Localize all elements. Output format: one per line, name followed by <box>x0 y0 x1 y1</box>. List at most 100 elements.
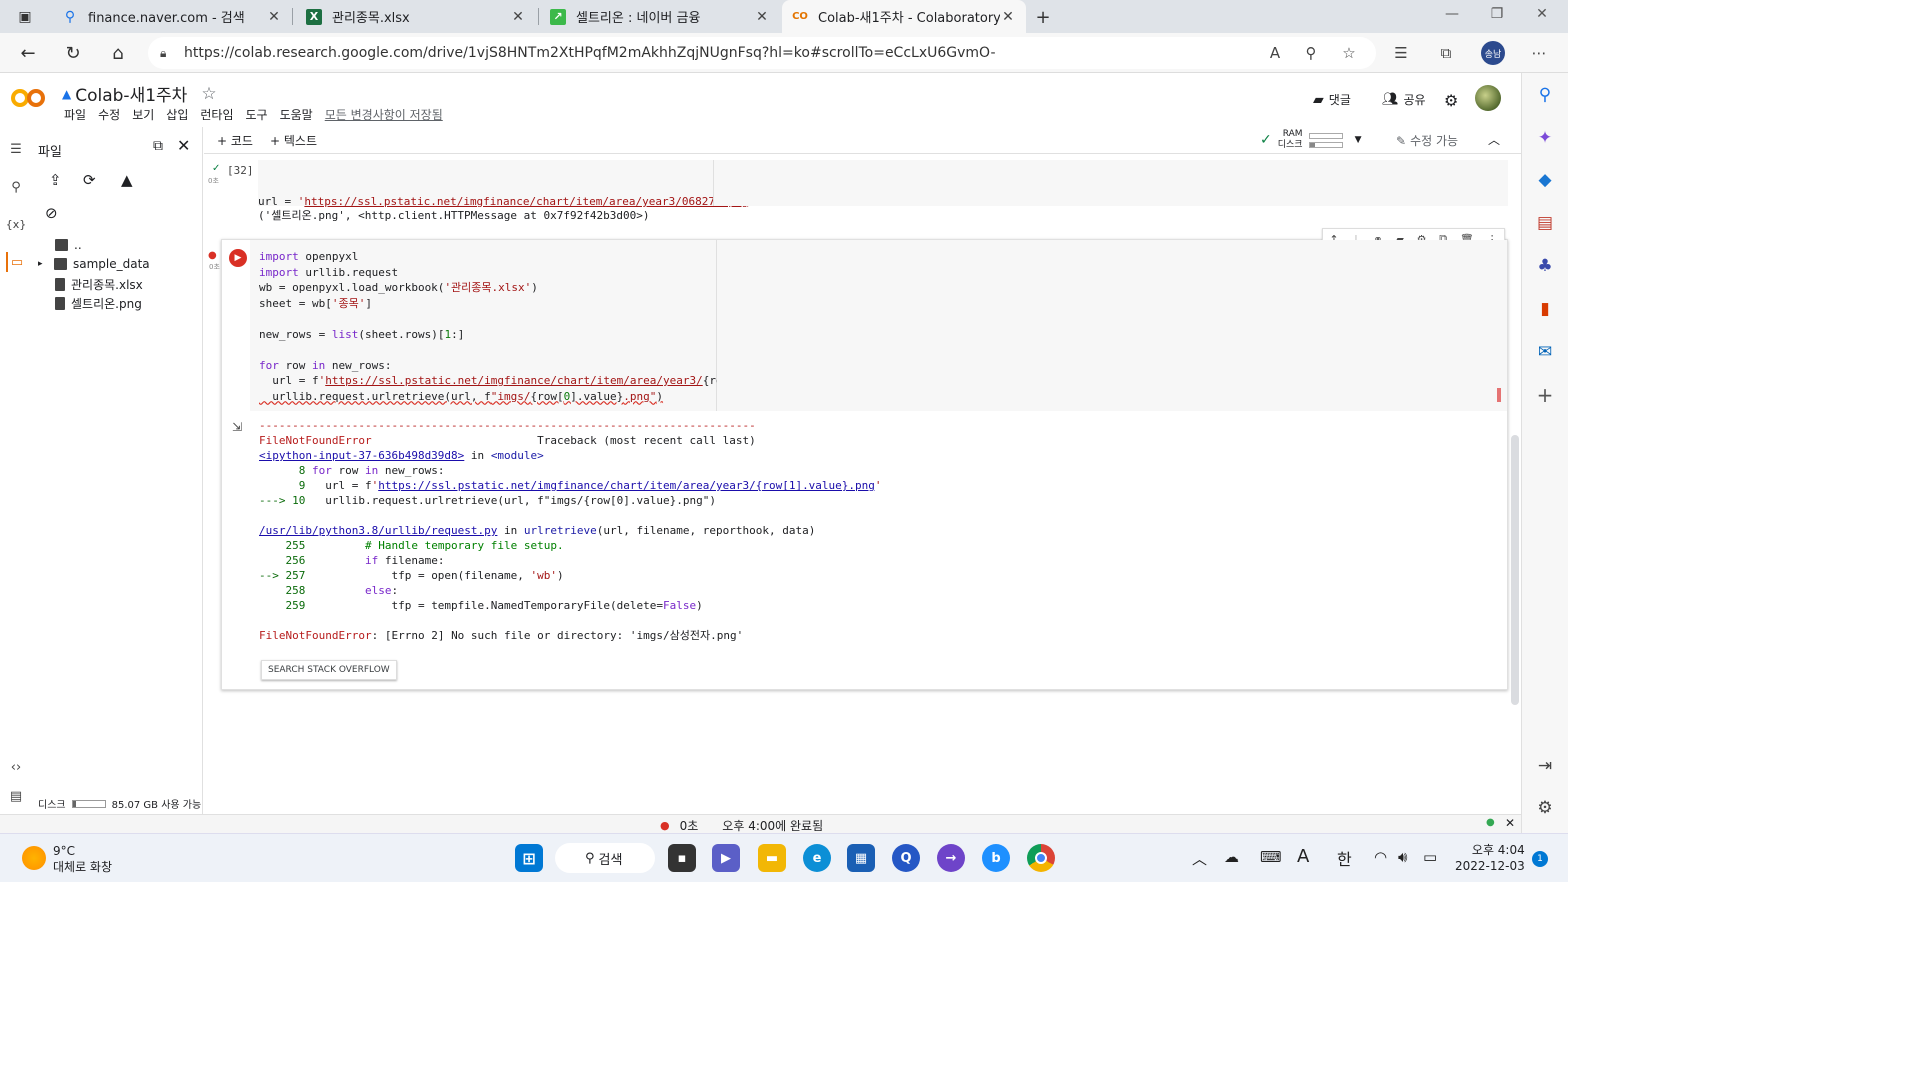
minimize-icon[interactable]: — <box>1440 6 1464 22</box>
search-stack-overflow-button[interactable]: SEARCH STACK OVERFLOW <box>261 660 397 680</box>
settings-icon[interactable]: ⚙ <box>1532 795 1558 821</box>
file-explorer-icon[interactable]: ▬ <box>758 844 786 872</box>
menu-file[interactable]: 파일 <box>58 106 92 123</box>
wifi-icon[interactable]: ◠ <box>1374 848 1387 866</box>
resource-monitor[interactable]: ✓ RAM 디스크 ▼ <box>1260 129 1362 151</box>
tab-naver-finance[interactable]: ↗ 셀트리온 : 네이버 금융 ✕ <box>540 0 780 33</box>
hide-sidebar-icon[interactable]: ⇥ <box>1532 753 1558 779</box>
output-actions-icon[interactable]: ⇲ <box>232 420 242 434</box>
add-favorite-icon[interactable]: ☆ <box>1337 41 1361 65</box>
file-item-parent[interactable]: .. <box>55 238 82 252</box>
refresh-folder-icon[interactable]: ⟳ <box>83 171 96 189</box>
comment-button[interactable]: ▰ 댓글 <box>1313 91 1351 108</box>
edge-icon[interactable]: e <box>803 844 831 872</box>
notification-badge[interactable]: 1 <box>1532 851 1548 867</box>
hidden-files-icon[interactable]: ⊘ <box>45 204 58 222</box>
naver-whale-icon[interactable]: Q <box>892 844 920 872</box>
caret-down-icon[interactable]: ▼ <box>1355 135 1362 145</box>
close-icon[interactable]: ✕ <box>177 136 190 155</box>
ime-hangul[interactable]: 한 <box>1337 846 1352 870</box>
close-tab-icon[interactable]: ✕ <box>1000 9 1016 25</box>
clock[interactable]: 오후 4:04 2022-12-03 <box>1455 842 1525 874</box>
tools-icon[interactable]: ▤ <box>1532 210 1558 236</box>
file-item-xlsx[interactable]: 관리종목.xlsx <box>55 276 143 293</box>
outlook-icon[interactable]: ✉ <box>1532 339 1558 365</box>
restore-icon[interactable]: ❐ <box>1485 6 1509 22</box>
chevron-up-icon[interactable]: ︿ <box>1192 848 1207 869</box>
task-view-icon[interactable]: ▪ <box>668 844 696 872</box>
user-avatar[interactable] <box>1475 85 1501 111</box>
edit-mode[interactable]: ✎ 수정 가능 <box>1396 132 1458 149</box>
close-tab-icon[interactable]: ✕ <box>754 9 770 25</box>
url-bar[interactable]: 🔒︎ https://colab.research.google.com/dri… <box>148 37 1376 69</box>
browser-profile-avatar[interactable]: 송남 <box>1481 41 1505 65</box>
volume-icon[interactable]: 🔊︎ <box>1398 848 1407 866</box>
settings-icon[interactable]: ⚙ <box>1444 91 1458 110</box>
battery-icon[interactable]: ▭ <box>1423 848 1437 866</box>
tab-colab[interactable]: CO Colab-새1주차 - Colaboratory ✕ <box>782 0 1026 33</box>
mount-drive-icon[interactable]: ▲ <box>121 171 133 189</box>
back-icon[interactable]: ← <box>14 40 42 66</box>
colab-logo[interactable] <box>10 87 46 109</box>
office-icon[interactable]: ▮ <box>1532 296 1558 322</box>
add-icon[interactable]: + <box>1532 382 1558 408</box>
share-button[interactable]: 👥︎ 공유 <box>1382 91 1426 108</box>
file-item-sample-data[interactable]: ▸ sample_data <box>38 257 150 271</box>
more-icon[interactable]: ⋯ <box>1527 41 1551 65</box>
weather-widget[interactable]: 9°C 대체로 화창 <box>53 843 112 875</box>
add-text-button[interactable]: + 텍스트 <box>270 132 317 149</box>
run-cell-button[interactable]: ▶ <box>229 249 247 267</box>
close-tab-icon[interactable]: ✕ <box>510 9 526 25</box>
menu-tools[interactable]: 도구 <box>240 106 274 123</box>
games-icon[interactable]: ♣ <box>1532 253 1558 279</box>
menu-runtime[interactable]: 런타임 <box>194 106 239 123</box>
favorites-icon[interactable]: ☰ <box>1389 41 1413 65</box>
notebook-scrollbar[interactable] <box>1511 435 1519 705</box>
shopping-icon[interactable]: ◆ <box>1532 167 1558 193</box>
close-icon[interactable]: ✕ <box>1505 816 1515 830</box>
refresh-icon[interactable]: ↻ <box>59 40 87 66</box>
keyboard-icon[interactable]: ⌨ <box>1260 848 1282 866</box>
add-code-button[interactable]: + 코드 <box>217 132 253 149</box>
bing-icon[interactable]: b <box>982 844 1010 872</box>
collections-icon[interactable]: ⧉ <box>1434 41 1458 65</box>
ime-mode[interactable]: A <box>1297 846 1309 867</box>
saved-status[interactable]: 모든 변경사항이 저장됨 <box>319 106 449 123</box>
close-tab-icon[interactable]: ✕ <box>266 9 282 25</box>
weather-icon[interactable] <box>22 846 46 870</box>
search-icon[interactable]: ⚲ <box>6 177 26 197</box>
open-in-tab-icon[interactable]: ⧉ <box>153 138 163 154</box>
taskbar-search[interactable]: ⚲ 검색 <box>555 843 655 873</box>
code-editor[interactable]: import openpyxl import urllib.request wb =… <box>250 240 829 411</box>
store-icon[interactable]: ▦ <box>847 844 875 872</box>
code-editor[interactable]: url = 'https://ssl.pstatic.net/imgfinanc… <box>258 160 755 255</box>
copilot-icon[interactable]: ✦ <box>1532 125 1558 151</box>
notebook-title[interactable]: Colab-새1주차 <box>75 81 187 106</box>
command-palette-icon[interactable]: ▤ <box>6 786 26 806</box>
app-icon[interactable]: → <box>937 844 965 872</box>
code-snippets-icon[interactable]: ‹› <box>6 757 26 777</box>
search-icon[interactable]: ⚲ <box>1532 82 1558 108</box>
star-icon[interactable]: ☆ <box>201 84 216 104</box>
tab-excel[interactable]: X 관리종목.xlsx ✕ <box>296 0 536 33</box>
tab-naver-search[interactable]: ⚲ finance.naver.com - 검색 ✕ <box>52 0 292 33</box>
onedrive-icon[interactable]: ☁ <box>1224 848 1239 866</box>
menu-view[interactable]: 보기 <box>126 106 160 123</box>
new-tab-button[interactable]: + <box>1032 6 1054 28</box>
folder-icon[interactable]: ▭ <box>6 252 26 272</box>
teams-icon[interactable]: ▶ <box>712 844 740 872</box>
menu-help[interactable]: 도움말 <box>274 106 319 123</box>
windows-start-icon[interactable]: ⊞ <box>515 844 543 872</box>
chevron-up-icon[interactable]: ︿ <box>1488 131 1500 148</box>
chevron-right-icon[interactable]: ▸ <box>38 259 48 269</box>
read-aloud-icon[interactable]: A <box>1263 41 1287 65</box>
toc-icon[interactable]: ☰ <box>6 139 26 159</box>
tab-actions-icon[interactable]: ▣ <box>14 6 36 28</box>
file-item-png[interactable]: 셀트리온.png <box>55 295 142 312</box>
close-window-icon[interactable]: ✕ <box>1530 6 1554 22</box>
variables-icon[interactable]: {x} <box>6 214 27 234</box>
upload-file-icon[interactable]: ⇪ <box>49 171 62 189</box>
home-icon[interactable]: ⌂ <box>104 40 132 66</box>
menu-edit[interactable]: 수정 <box>92 106 126 123</box>
chrome-icon[interactable] <box>1027 844 1055 872</box>
